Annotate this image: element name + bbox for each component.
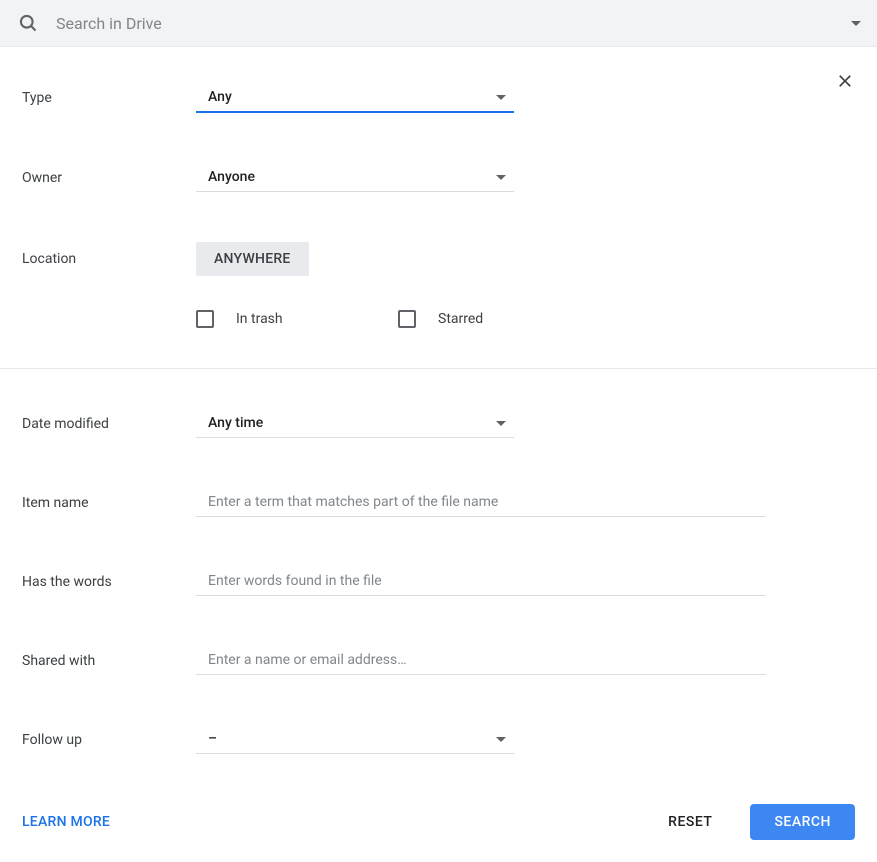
has-words-input[interactable] [196, 567, 766, 596]
checkbox-icon [196, 310, 214, 328]
follow-up-value: – [208, 731, 217, 747]
search-options-dropdown-icon[interactable] [851, 21, 861, 26]
follow-up-label: Follow up [22, 732, 196, 748]
search-icon [16, 11, 40, 35]
type-row: Type Any [22, 83, 855, 113]
in-trash-checkbox[interactable]: In trash [196, 310, 382, 328]
date-modified-label: Date modified [22, 416, 196, 432]
chevron-down-icon [496, 175, 506, 180]
item-name-input[interactable] [196, 488, 766, 517]
item-name-row: Item name [22, 488, 855, 517]
owner-row: Owner Anyone [22, 163, 855, 192]
has-words-label: Has the words [22, 574, 196, 590]
shared-with-row: Shared with [22, 646, 855, 675]
chevron-down-icon [496, 737, 506, 742]
follow-up-select[interactable]: – [196, 725, 514, 754]
location-chip[interactable]: ANYWHERE [196, 242, 309, 276]
chevron-down-icon [496, 421, 506, 426]
starred-label: Starred [438, 311, 483, 327]
checkbox-icon [398, 310, 416, 328]
date-modified-select[interactable]: Any time [196, 409, 514, 438]
chevron-down-icon [496, 95, 506, 100]
shared-with-input[interactable] [196, 646, 766, 675]
close-button[interactable] [835, 71, 855, 91]
date-modified-row: Date modified Any time [22, 409, 855, 438]
learn-more-link[interactable]: LEARN MORE [22, 814, 110, 830]
search-button[interactable]: SEARCH [750, 804, 855, 840]
owner-value: Anyone [208, 169, 255, 185]
type-select[interactable]: Any [196, 83, 514, 113]
footer-actions: RESET SEARCH [668, 804, 855, 840]
has-words-row: Has the words [22, 567, 855, 596]
location-options-row: In trash Starred [196, 310, 855, 328]
type-value: Any [208, 89, 232, 105]
follow-up-row: Follow up – [22, 725, 855, 754]
in-trash-label: In trash [236, 311, 283, 327]
owner-select[interactable]: Anyone [196, 163, 514, 192]
divider [0, 368, 877, 369]
type-label: Type [22, 90, 196, 106]
location-row: Location ANYWHERE [22, 242, 855, 276]
shared-with-label: Shared with [22, 653, 196, 669]
item-name-label: Item name [22, 495, 196, 511]
reset-button[interactable]: RESET [668, 814, 712, 830]
owner-label: Owner [22, 170, 196, 186]
date-modified-value: Any time [208, 415, 263, 431]
location-label: Location [22, 251, 196, 267]
footer: LEARN MORE RESET SEARCH [22, 804, 855, 840]
advanced-search-panel: Type Any Owner Anyone Location ANYWHERE … [0, 47, 877, 862]
starred-checkbox[interactable]: Starred [398, 310, 584, 328]
search-input[interactable] [56, 14, 851, 33]
search-bar [0, 0, 877, 47]
